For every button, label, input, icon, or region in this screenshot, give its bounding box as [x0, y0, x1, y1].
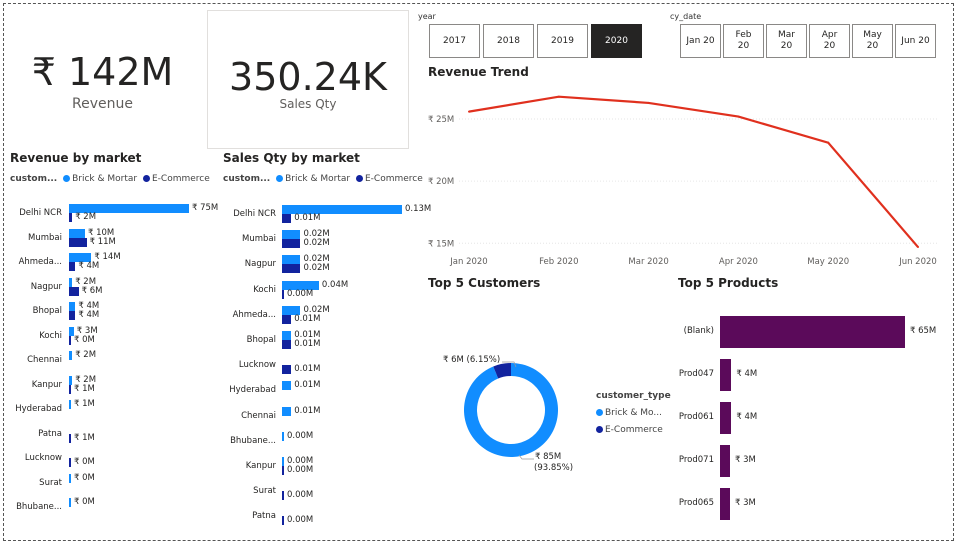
product-value-label: ₹ 65M: [910, 326, 937, 336]
product-label: Prod047: [678, 369, 714, 379]
product-bar[interactable]: [720, 488, 730, 520]
top-customers-donut[interactable]: ₹ 6M (6.15%) ₹ 85M(93.85%): [0, 0, 962, 548]
product-value-label: ₹ 3M: [735, 498, 756, 508]
legend-label: E-Commerce: [605, 425, 663, 435]
brick-mortar-dot: [596, 409, 603, 416]
product-label: (Blank): [683, 326, 714, 336]
product-bar[interactable]: [720, 359, 732, 391]
legend-item-ecommerce[interactable]: E-Commerce: [596, 422, 671, 439]
product-bar[interactable]: [720, 402, 732, 434]
product-bar[interactable]: [720, 316, 905, 348]
slice-brick-mortar[interactable]: [463, 363, 558, 457]
customer-type-legend-title: customer_type: [596, 391, 671, 401]
product-value-label: ₹ 4M: [736, 369, 758, 379]
product-value-label: ₹ 3M: [735, 455, 756, 465]
slice-label-ecommerce: ₹ 6M (6.15%): [443, 355, 500, 365]
top-products-title: Top 5 Products: [678, 276, 779, 290]
slice-pct-brick-mortar: (93.85%): [534, 463, 573, 473]
slice-label-brick-mortar: ₹ 85M: [535, 452, 561, 462]
product-label: Prod061: [678, 412, 714, 422]
product-label: Prod071: [678, 455, 714, 465]
product-label: Prod065: [678, 498, 714, 508]
ecommerce-dot: [596, 426, 603, 433]
product-bar[interactable]: [720, 445, 730, 477]
product-value-label: ₹ 4M: [736, 412, 758, 422]
